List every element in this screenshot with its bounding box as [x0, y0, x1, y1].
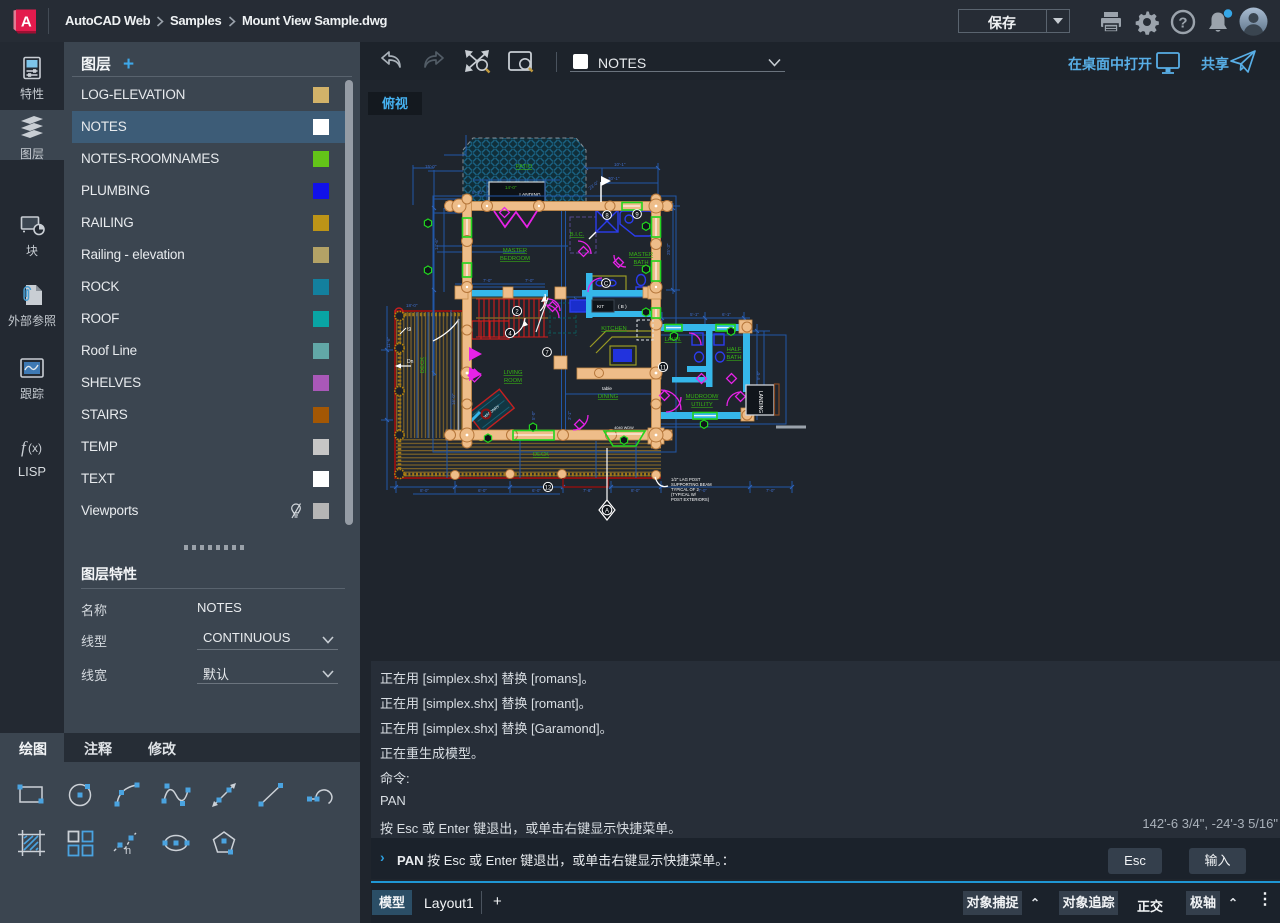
svg-text:LAUN.: LAUN. — [664, 337, 681, 343]
svg-text:DINING: DINING — [598, 394, 619, 400]
svg-text:MASTER: MASTER — [503, 248, 527, 254]
svg-text:6'-0": 6'-0" — [532, 488, 541, 493]
svg-text:Dn: Dn — [407, 359, 414, 365]
svg-text:A: A — [21, 14, 32, 31]
svg-text:18'-0": 18'-0" — [406, 303, 418, 308]
svg-text:9'-0": 9'-0" — [756, 371, 761, 380]
svg-text:10'-1": 10'-1" — [614, 162, 626, 167]
svg-text:7'-0": 7'-0" — [766, 488, 775, 493]
svg-text:PATIO: PATIO — [516, 164, 533, 170]
svg-text:9'-10": 9'-10" — [472, 190, 484, 195]
svg-text:7'-0": 7'-0" — [525, 278, 534, 283]
svg-text:16'-0": 16'-0" — [451, 393, 456, 405]
svg-text:15'-0": 15'-0" — [425, 164, 437, 169]
svg-text:23'-0": 23'-0" — [588, 180, 600, 191]
svg-text:LANDING: LANDING — [519, 192, 541, 198]
svg-text:( B ): ( B ) — [618, 304, 627, 309]
svg-text:\9: \9 — [407, 327, 411, 333]
svg-text:n: n — [125, 845, 131, 857]
svg-text:C: C — [604, 282, 609, 288]
svg-text:14'-0": 14'-0" — [505, 185, 517, 190]
svg-text:LANDING: LANDING — [757, 391, 763, 413]
svg-text:MASTER: MASTER — [629, 252, 653, 258]
svg-text:7'-0": 7'-0" — [483, 278, 492, 283]
svg-text:DECK: DECK — [420, 357, 426, 373]
svg-text:UTILITY: UTILITY — [691, 402, 713, 408]
svg-text:KIT: KIT — [597, 304, 604, 309]
svg-text:11'-6": 11'-6" — [386, 336, 391, 348]
svg-text:BATH: BATH — [633, 260, 648, 266]
svg-text:8'-0": 8'-0" — [420, 488, 429, 493]
svg-text:LIVING: LIVING — [503, 370, 522, 376]
svg-text:4040 WDW: 4040 WDW — [614, 426, 634, 430]
svg-text:f: f — [21, 438, 28, 457]
svg-text:12: 12 — [545, 486, 552, 492]
svg-text:14'-6": 14'-6" — [434, 238, 439, 250]
svg-text:(x): (x) — [28, 441, 42, 455]
svg-text:5'-1": 5'-1" — [690, 312, 699, 317]
svg-text:B.I.C.: B.I.C. — [570, 232, 585, 238]
svg-text:8'-0": 8'-0" — [631, 488, 640, 493]
svg-text:30'-1": 30'-1" — [608, 176, 620, 181]
svg-text:MUDROOM/: MUDROOM/ — [686, 394, 719, 400]
svg-text:?: ? — [1178, 15, 1187, 32]
svg-text:KITCHEN: KITCHEN — [601, 326, 626, 332]
svg-text:table: table — [602, 386, 612, 391]
svg-text:7'-0": 7'-0" — [698, 488, 707, 493]
svg-text:BATH: BATH — [726, 355, 741, 361]
svg-text:POST EXTERIORS): POST EXTERIORS) — [671, 497, 710, 502]
svg-text:6'-1": 6'-1" — [722, 312, 731, 317]
svg-text:25'-3": 25'-3" — [666, 243, 671, 255]
svg-text:6'-0": 6'-0" — [478, 488, 487, 493]
svg-text:A: A — [605, 509, 609, 515]
svg-text:3'-1": 3'-1" — [567, 411, 572, 420]
svg-text:7'-8": 7'-8" — [583, 488, 592, 493]
svg-text:11: 11 — [660, 366, 667, 372]
svg-text:BEDROOM: BEDROOM — [500, 256, 530, 262]
svg-text:5'-0": 5'-0" — [531, 411, 536, 420]
svg-text:DECK: DECK — [533, 452, 549, 458]
svg-text:HALF: HALF — [727, 347, 742, 353]
svg-text:ROOM: ROOM — [504, 378, 522, 384]
